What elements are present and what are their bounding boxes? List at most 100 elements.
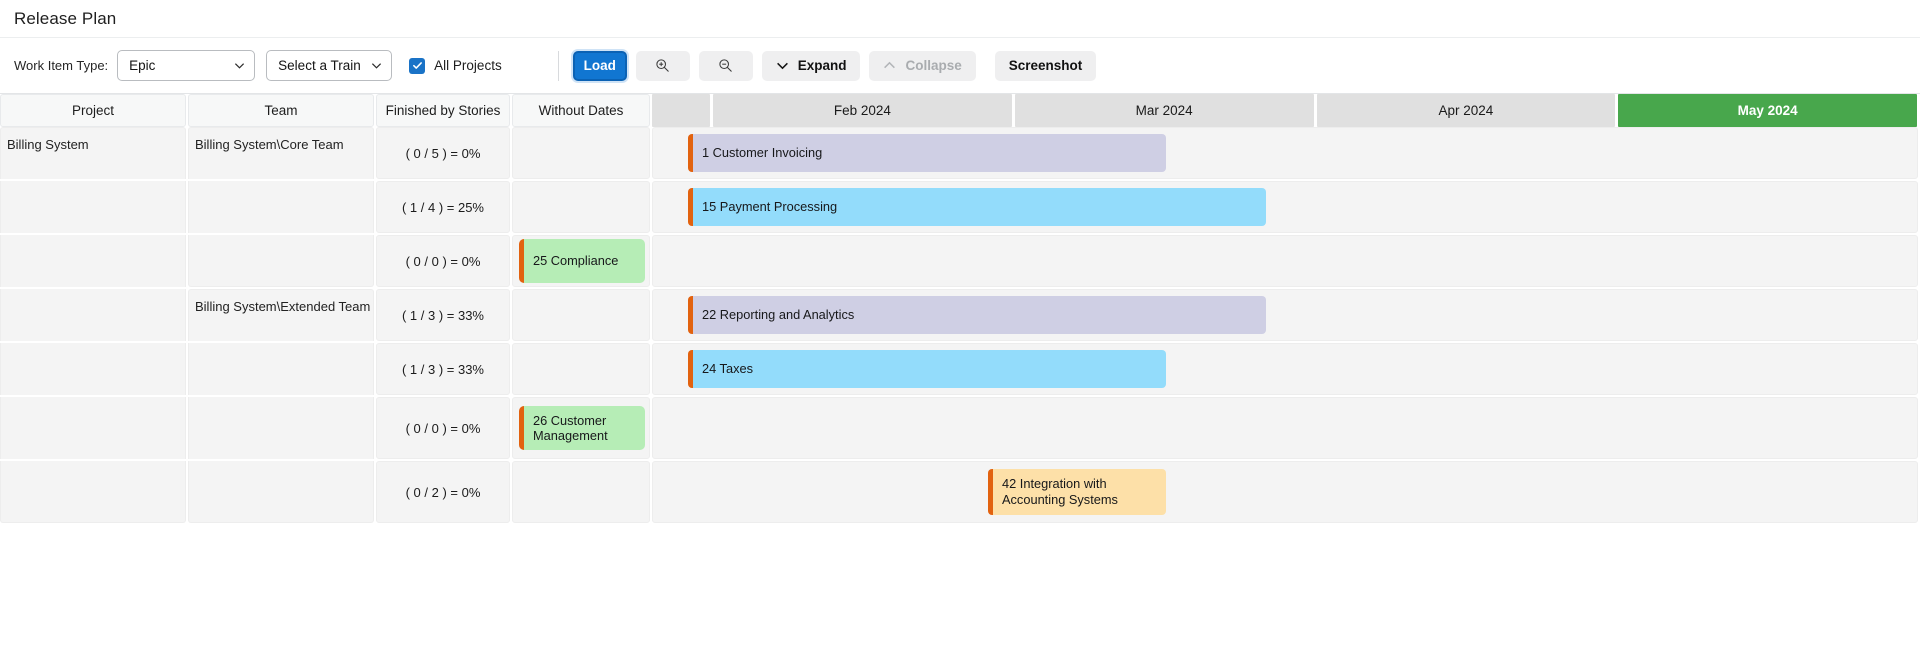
team-cell: Billing System\Core Team <box>188 127 374 179</box>
month-header-cell <box>652 94 710 127</box>
finished-by-stories-cell: ( 1 / 4 ) = 25% <box>376 181 510 233</box>
work-item-type-label: Work Item Type: <box>14 58 109 73</box>
work-item-label: 26 Customer Management <box>533 412 608 443</box>
collapse-button[interactable]: Collapse <box>869 50 976 81</box>
title-bar: Release Plan <box>0 0 1920 38</box>
without-dates-cell <box>512 461 650 523</box>
without-dates-cell <box>512 343 650 395</box>
train-select[interactable]: Select a Train <box>266 50 393 81</box>
work-item-card[interactable]: 26 Customer Management <box>519 406 645 450</box>
gantt-bar[interactable]: 24 Taxes <box>688 350 1166 388</box>
without-dates-cell <box>512 127 650 179</box>
train-value: Select a Train <box>278 58 361 73</box>
chevron-up-icon <box>883 59 896 72</box>
zoom-out-icon <box>718 58 733 73</box>
finished-by-stories-value: ( 0 / 5 ) = 0% <box>405 145 481 161</box>
column-header-finished-by-stories[interactable]: Finished by Stories <box>376 94 510 127</box>
month-header-cell: Apr 2024 <box>1316 94 1616 127</box>
table-row: ( 0 / 0 ) = 0% 25 Compliance <box>0 235 1920 287</box>
finished-by-stories-value: ( 0 / 2 ) = 0% <box>405 484 481 500</box>
finished-by-stories-value: ( 1 / 4 ) = 25% <box>401 199 484 215</box>
finished-by-stories-value: ( 1 / 3 ) = 33% <box>401 361 484 377</box>
grid-header-row: Project Team Finished by Stories Without… <box>0 94 1920 127</box>
month-label: May 2024 <box>1737 103 1798 118</box>
timeline-month-header: Feb 2024 Mar 2024 Apr 2024 May 2024 <box>652 94 1920 127</box>
table-row: Billing System\Extended Team ( 1 / 3 ) = … <box>0 289 1920 341</box>
column-header-without-dates[interactable]: Without Dates <box>512 94 650 127</box>
finished-by-stories-cell: ( 1 / 3 ) = 33% <box>376 343 510 395</box>
gantt-bar[interactable]: 22 Reporting and Analytics <box>688 296 1266 334</box>
project-cell <box>0 235 186 287</box>
project-cell <box>0 181 186 233</box>
table-row: Billing System Billing System\Core Team ( … <box>0 127 1920 179</box>
team-cell: Billing System\Extended Team <box>188 289 374 341</box>
timeline-track: 24 Taxes <box>652 343 1918 395</box>
month-header-cell: May 2024 <box>1618 94 1917 127</box>
work-item-card[interactable]: 25 Compliance <box>519 239 645 283</box>
gantt-bar[interactable]: 15 Payment Processing <box>688 188 1266 226</box>
month-label: Feb 2024 <box>833 103 891 118</box>
release-plan-grid: Project Team Finished by Stories Without… <box>0 94 1920 523</box>
finished-by-stories-cell: ( 0 / 0 ) = 0% <box>376 235 510 287</box>
expand-label: Expand <box>797 58 847 73</box>
load-button[interactable]: Load <box>572 50 627 81</box>
collapse-label: Collapse <box>905 58 962 73</box>
timeline-track <box>652 235 1918 287</box>
project-cell <box>0 461 186 523</box>
all-projects-checkbox[interactable] <box>409 57 426 74</box>
table-row: ( 0 / 2 ) = 0% 42 Integration with Accoun… <box>0 461 1920 523</box>
table-row: ( 0 / 0 ) = 0% 26 Customer Management <box>0 397 1920 459</box>
timeline-track: 15 Payment Processing <box>652 181 1918 233</box>
finished-by-stories-value: ( 1 / 3 ) = 33% <box>401 307 484 323</box>
team-cell <box>188 343 374 395</box>
table-row: ( 1 / 3 ) = 33% 24 Taxes <box>0 343 1920 395</box>
work-item-type-select[interactable]: Epic <box>117 50 256 81</box>
chevron-down-icon <box>776 59 789 72</box>
table-row: ( 1 / 4 ) = 25% 15 Payment Processing <box>0 181 1920 233</box>
finished-by-stories-value: ( 0 / 0 ) = 0% <box>405 253 481 269</box>
without-dates-cell <box>512 289 650 341</box>
expand-button[interactable]: Expand <box>761 50 861 81</box>
timeline-track <box>652 397 1918 459</box>
column-header-project[interactable]: Project <box>0 94 186 127</box>
timeline-track: 22 Reporting and Analytics <box>652 289 1918 341</box>
chevron-down-icon <box>371 60 382 71</box>
team-cell <box>188 397 374 459</box>
all-projects-checkbox-wrap[interactable]: All Projects <box>409 57 502 74</box>
column-header-team[interactable]: Team <box>188 94 374 127</box>
month-label: Apr 2024 <box>1438 103 1494 118</box>
zoom-in-button[interactable] <box>635 50 690 81</box>
team-cell <box>188 235 374 287</box>
work-item-type-value: Epic <box>129 58 156 73</box>
finished-by-stories-cell: ( 1 / 3 ) = 33% <box>376 289 510 341</box>
month-header-cell: Feb 2024 <box>713 94 1012 127</box>
finished-by-stories-cell: ( 0 / 5 ) = 0% <box>376 127 510 179</box>
finished-by-stories-cell: ( 0 / 0 ) = 0% <box>376 397 510 459</box>
team-cell <box>188 181 374 233</box>
project-cell <box>0 397 186 459</box>
gantt-bar[interactable]: 42 Integration with Accounting Systems <box>988 469 1166 515</box>
finished-by-stories-cell: ( 0 / 2 ) = 0% <box>376 461 510 523</box>
work-item-label: 25 Compliance <box>533 253 619 269</box>
gantt-bar-label: 1 Customer Invoicing <box>702 145 823 161</box>
zoom-out-button[interactable] <box>698 50 753 81</box>
gantt-bar-label: 22 Reporting and Analytics <box>702 307 855 323</box>
project-cell <box>0 289 186 341</box>
toolbar: Work Item Type: Epic Select a Train All … <box>0 38 1920 94</box>
month-header-cell: Mar 2024 <box>1014 94 1314 127</box>
gantt-bar-label: 42 Integration with Accounting Systems <box>1002 476 1118 507</box>
team-name: Billing System\Core Team <box>195 137 344 152</box>
toolbar-divider <box>557 50 559 81</box>
page-title: Release Plan <box>14 8 117 28</box>
project-cell: Billing System <box>0 127 186 179</box>
gantt-bar[interactable]: 1 Customer Invoicing <box>688 134 1166 172</box>
gantt-bar-label: 15 Payment Processing <box>702 199 838 215</box>
team-cell <box>188 461 374 523</box>
team-name: Billing System\Extended Team <box>195 299 371 314</box>
all-projects-label: All Projects <box>434 58 502 73</box>
timeline-track: 42 Integration with Accounting Systems <box>652 461 1918 523</box>
screenshot-button[interactable]: Screenshot <box>994 50 1097 81</box>
gantt-bar-label: 24 Taxes <box>702 361 753 377</box>
grid-body: Billing System Billing System\Core Team ( … <box>0 127 1920 523</box>
zoom-in-icon <box>655 58 670 73</box>
